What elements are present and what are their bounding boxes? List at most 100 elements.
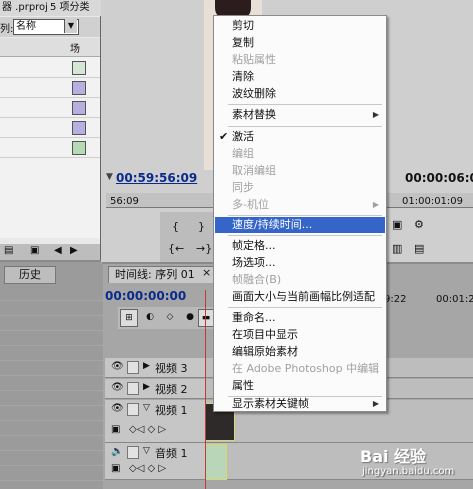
menu-separator bbox=[228, 104, 382, 105]
track-label: 视频 2 bbox=[155, 383, 188, 396]
timeline-ruler-tick: 00:01:2 bbox=[436, 294, 473, 305]
lock-toggle[interactable] bbox=[127, 446, 139, 459]
label-color-swatch bbox=[72, 61, 86, 75]
menu-item-scale-to-frame[interactable]: 画面大小与当前画幅比例适配 bbox=[215, 289, 385, 305]
monitor-current-timecode[interactable]: 00:59:56:09 bbox=[116, 171, 197, 185]
menu-separator bbox=[228, 126, 382, 127]
playhead-line[interactable] bbox=[205, 290, 206, 489]
column-header-label: 场 bbox=[70, 44, 80, 55]
audio-clip[interactable] bbox=[205, 444, 227, 480]
label-color-swatch bbox=[72, 121, 86, 135]
menu-item-ungroup: 取消编组 bbox=[232, 164, 276, 177]
label-color-swatch bbox=[72, 81, 86, 95]
scroll-left-icon[interactable]: ◀ bbox=[54, 245, 62, 256]
label-color-swatch bbox=[72, 101, 86, 115]
keyframe-nav-icon[interactable]: ◇◁ ◇ ▷ bbox=[129, 424, 166, 435]
menu-item-ripple-delete[interactable]: 波纹删除 bbox=[215, 86, 385, 102]
tab-history[interactable]: 历史 bbox=[4, 266, 56, 284]
display-style-icon[interactable]: ▣ bbox=[111, 463, 120, 474]
history-panel: 历史 bbox=[0, 262, 103, 489]
go-to-out-icon[interactable]: →} bbox=[196, 242, 212, 255]
menu-item-properties[interactable]: 属性 bbox=[215, 378, 385, 394]
label-color-swatch bbox=[72, 141, 86, 155]
checkmark-icon: ✔ bbox=[219, 130, 229, 143]
project-panel: 器 .prproj 5 项分类 列: 名称 ▼ 场 ▤ ▣ ◀ ▶ bbox=[0, 0, 102, 260]
watermark-url: jingyan.baidu.com bbox=[362, 466, 455, 477]
track-header-audio1[interactable]: 🔈 ▽ 音频 1 ▣ ◇◁ ◇ ▷ bbox=[105, 443, 205, 480]
menu-item-clear[interactable]: 清除 bbox=[215, 69, 385, 85]
ruler-start-label: 56:09 bbox=[110, 196, 139, 207]
lift-icon[interactable]: ▥ bbox=[392, 242, 402, 255]
chevron-right-icon[interactable]: ▶ bbox=[143, 382, 150, 392]
set-encore-icon[interactable]: ● bbox=[182, 309, 198, 325]
marker-icon[interactable]: ◐ bbox=[142, 309, 158, 325]
sort-label: 列: bbox=[0, 24, 14, 35]
menu-item-cut[interactable]: 剪切 bbox=[215, 18, 385, 34]
timeline-toolbar: ⊞ ◐ ◇ ● ▬ bbox=[118, 307, 216, 329]
timeline-timecode[interactable]: 00:00:00:00 bbox=[105, 289, 186, 303]
ruler-end-label: 01:00:01:09 bbox=[402, 196, 464, 207]
keyframe-icon[interactable]: ◇ bbox=[162, 309, 178, 325]
chevron-down-icon[interactable]: ▼ bbox=[64, 19, 77, 33]
menu-separator bbox=[228, 307, 382, 308]
chevron-down-icon[interactable]: ▽ bbox=[143, 446, 150, 456]
scroll-right-icon[interactable]: ▶ bbox=[70, 245, 78, 256]
monitor-duration-timecode: 00:00:06:06 bbox=[405, 171, 473, 185]
project-column-header: 场 bbox=[0, 38, 100, 57]
menu-item-edit-in-photoshop: 在 Adobe Photoshop 中编辑 bbox=[232, 362, 380, 375]
close-icon[interactable]: × bbox=[202, 266, 211, 279]
menu-item-frame-hold[interactable]: 帧定格... bbox=[215, 238, 385, 254]
lock-toggle[interactable] bbox=[127, 382, 139, 395]
export-frame-icon[interactable]: ▣ bbox=[392, 218, 402, 231]
chevron-right-icon[interactable]: ▶ bbox=[143, 361, 150, 371]
menu-item-copy[interactable]: 复制 bbox=[215, 35, 385, 51]
extract-icon[interactable]: ▤ bbox=[414, 242, 424, 255]
track-label: 视频 1 bbox=[155, 404, 188, 417]
menu-item-synchronize: 同步 bbox=[232, 181, 254, 194]
menu-item-paste-attributes: 粘贴属性 bbox=[232, 53, 276, 66]
eye-icon[interactable]: 👁 bbox=[111, 361, 124, 373]
track-header-video3[interactable]: 👁 ▶ 视频 3 bbox=[105, 358, 205, 378]
track-header-video2[interactable]: 👁 ▶ 视频 2 bbox=[105, 379, 205, 399]
list-item[interactable] bbox=[0, 98, 100, 118]
chevron-down-icon[interactable]: ▽ bbox=[143, 403, 150, 413]
menu-item-enable[interactable]: ✔ 激活 bbox=[215, 129, 385, 145]
new-item-icon[interactable]: ▣ bbox=[30, 245, 39, 256]
list-item[interactable] bbox=[0, 78, 100, 98]
menu-item-field-options[interactable]: 场选项... bbox=[215, 255, 385, 271]
settings-icon[interactable]: ⚙ bbox=[414, 218, 424, 231]
go-to-in-icon[interactable]: {← bbox=[168, 242, 184, 255]
lock-toggle[interactable] bbox=[127, 361, 139, 374]
project-item-list bbox=[0, 38, 100, 238]
menu-item-rename[interactable]: 重命名... bbox=[215, 310, 385, 326]
menu-item-replace-footage[interactable]: 素材替换 ▶ bbox=[215, 107, 385, 123]
menu-item-reveal-in-project[interactable]: 在项目中显示 bbox=[215, 327, 385, 343]
eye-icon[interactable]: 👁 bbox=[111, 382, 124, 394]
mark-out-icon[interactable]: } bbox=[198, 220, 205, 233]
menu-separator bbox=[228, 235, 382, 236]
transport-controls: { } {← →} bbox=[160, 212, 216, 262]
mark-in-icon[interactable]: { bbox=[172, 220, 179, 233]
menu-item-show-clip-keyframes[interactable]: 显示素材关键帧 ▶ bbox=[215, 396, 385, 412]
display-style-icon[interactable]: ▣ bbox=[111, 424, 120, 435]
menu-item-group: 编组 bbox=[232, 147, 254, 160]
snap-icon[interactable]: ⊞ bbox=[120, 309, 138, 327]
timeline-ruler-tick: 9:22 bbox=[384, 294, 407, 305]
menu-item-multi-camera: 多-机位 ▶ bbox=[232, 198, 379, 211]
menu-item-speed-duration[interactable]: 速度/持续时间... bbox=[215, 217, 385, 233]
zoom-slider-icon[interactable]: ▬ bbox=[198, 309, 214, 327]
track-label: 音频 1 bbox=[155, 447, 188, 460]
lock-toggle[interactable] bbox=[127, 403, 139, 416]
menu-item-edit-original[interactable]: 编辑原始素材 bbox=[215, 344, 385, 360]
speaker-icon[interactable]: 🔈 bbox=[111, 446, 123, 457]
track-header-video1[interactable]: 👁 ▽ 视频 1 ▣ ◇◁ ◇ ▷ bbox=[105, 400, 205, 443]
list-item[interactable] bbox=[0, 118, 100, 138]
project-item-count: 5 项分类 bbox=[50, 2, 90, 13]
track-label: 视频 3 bbox=[155, 362, 188, 375]
new-bin-icon[interactable]: ▤ bbox=[4, 245, 13, 256]
keyframe-nav-icon[interactable]: ◇◁ ◇ ▷ bbox=[129, 463, 166, 474]
list-item[interactable] bbox=[0, 138, 100, 158]
eye-icon[interactable]: 👁 bbox=[111, 403, 124, 414]
menu-separator bbox=[228, 215, 382, 216]
list-item[interactable] bbox=[0, 58, 100, 78]
